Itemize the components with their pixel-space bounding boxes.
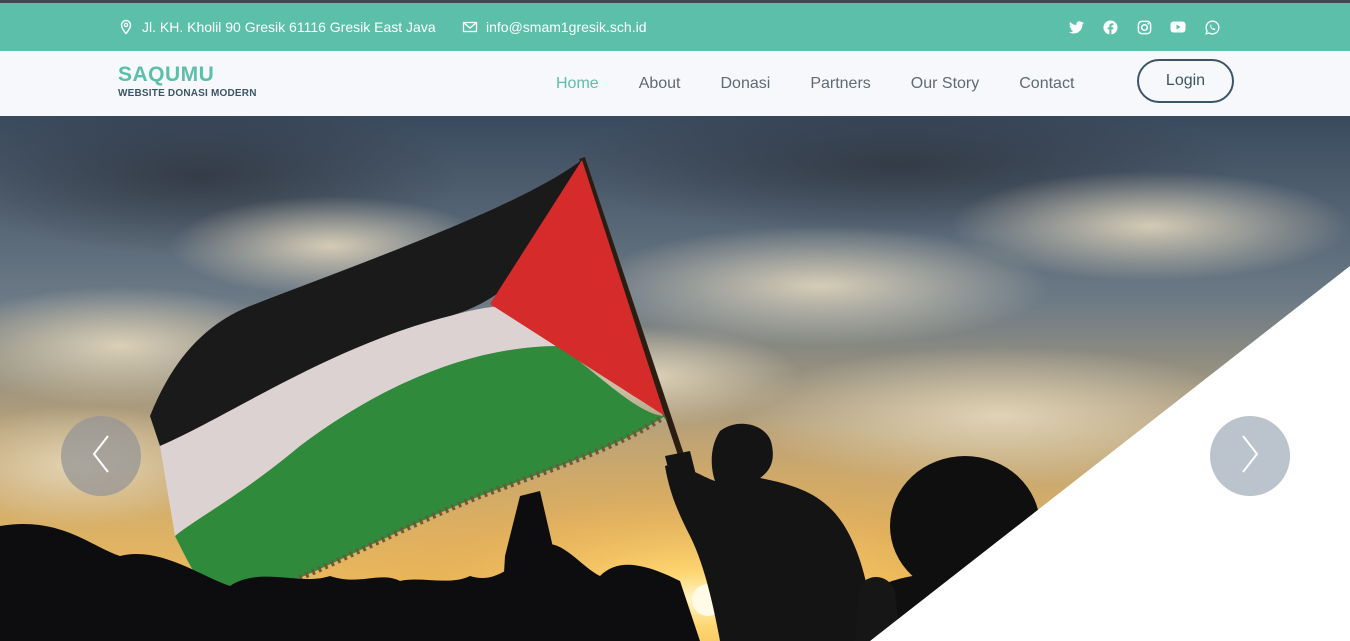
twitter-icon[interactable] bbox=[1068, 19, 1084, 35]
envelope-icon bbox=[462, 19, 478, 35]
chevron-left-icon bbox=[86, 432, 116, 481]
youtube-icon[interactable] bbox=[1170, 19, 1186, 35]
map-pin-icon bbox=[118, 19, 134, 35]
main-navbar: SAQUMU WEBSITE DONASI MODERN Home About … bbox=[0, 51, 1350, 116]
email-text[interactable]: info@smam1gresik.sch.id bbox=[486, 19, 647, 35]
social-links bbox=[1068, 3, 1220, 51]
nav-menu: Home About Donasi Partners Our Story Con… bbox=[556, 51, 1114, 116]
nav-item-our-story[interactable]: Our Story bbox=[911, 75, 979, 93]
nav-item-partners[interactable]: Partners bbox=[810, 75, 870, 93]
address-info: Jl. KH. Kholil 90 Gresik 61116 Gresik Ea… bbox=[118, 3, 436, 51]
login-button[interactable]: Login bbox=[1137, 59, 1234, 103]
slider-prev-button[interactable] bbox=[61, 416, 141, 496]
instagram-icon[interactable] bbox=[1136, 19, 1152, 35]
email-info[interactable]: info@smam1gresik.sch.id bbox=[462, 3, 647, 51]
brand-logo[interactable]: SAQUMU WEBSITE DONASI MODERN bbox=[118, 63, 257, 99]
top-bar: Jl. KH. Kholil 90 Gresik 61116 Gresik Ea… bbox=[0, 0, 1350, 51]
facebook-icon[interactable] bbox=[1102, 19, 1118, 35]
nav-item-donasi[interactable]: Donasi bbox=[721, 75, 771, 93]
address-text: Jl. KH. Kholil 90 Gresik 61116 Gresik Ea… bbox=[142, 19, 436, 35]
chevron-right-icon bbox=[1235, 432, 1265, 481]
brand-title[interactable]: SAQUMU bbox=[118, 63, 257, 87]
hero-slider bbox=[0, 116, 1350, 641]
slider-next-button[interactable] bbox=[1210, 416, 1290, 496]
nav-item-contact[interactable]: Contact bbox=[1019, 75, 1074, 93]
brand-subtitle: WEBSITE DONASI MODERN bbox=[118, 88, 257, 99]
hero-image bbox=[0, 116, 1350, 641]
whatsapp-icon[interactable] bbox=[1204, 19, 1220, 35]
nav-item-about[interactable]: About bbox=[639, 75, 681, 93]
nav-item-home[interactable]: Home bbox=[556, 75, 599, 93]
